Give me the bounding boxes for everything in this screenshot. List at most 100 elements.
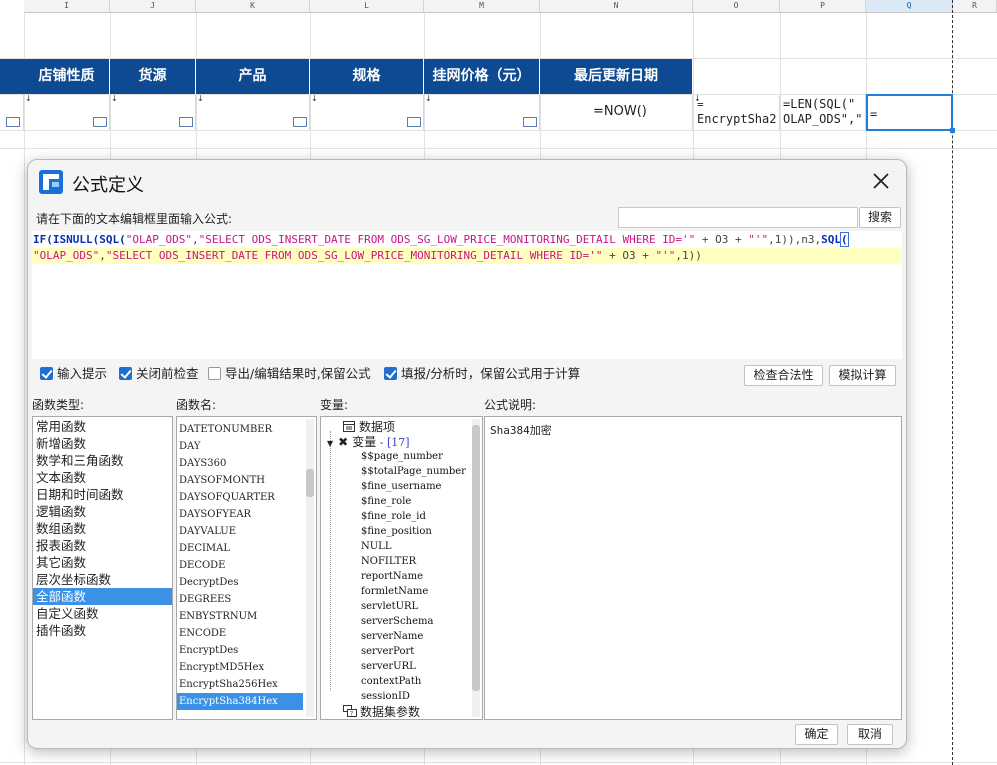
dropdown-icon[interactable] (407, 117, 421, 127)
dropdown-icon[interactable] (523, 117, 537, 127)
tree-node-variables[interactable]: ▼ ✖ 变量 - [17] (327, 434, 410, 450)
list-item[interactable]: EncryptMD5Hex (177, 659, 316, 676)
column-header-q[interactable]: Q (866, 0, 953, 13)
variable-item[interactable]: contextPath (361, 674, 421, 689)
option-keep-formula-export[interactable]: 导出/编辑结果时,保留公式 (208, 366, 371, 382)
variable-scrollbar[interactable] (472, 419, 480, 717)
variable-item[interactable]: sessionID (361, 689, 410, 704)
list-item[interactable]: 层次坐标函数 (33, 571, 172, 588)
list-item[interactable]: 报表函数 (33, 537, 172, 554)
list-item[interactable]: 新增函数 (33, 435, 172, 452)
option-input-hint[interactable]: 输入提示 (40, 366, 107, 382)
data-cell-len[interactable]: =LEN(SQL(" OLAP_ODS"," (780, 95, 866, 130)
header-cell-price[interactable]: 挂网价格（元） (424, 59, 540, 94)
search-button[interactable]: 搜索 (859, 207, 901, 228)
checkbox-checked-icon[interactable] (384, 367, 397, 380)
variable-item[interactable]: servletURL (361, 599, 418, 614)
list-item[interactable]: DECIMAL (177, 540, 316, 557)
data-cell[interactable]: ↓ (424, 95, 540, 130)
data-cell[interactable]: ↓ (24, 95, 110, 130)
variable-item[interactable]: serverPort (361, 644, 414, 659)
data-cell-now[interactable]: =NOW() (540, 95, 693, 130)
variable-item[interactable]: formletName (361, 584, 428, 599)
column-header-l[interactable]: L (310, 0, 424, 13)
variable-item[interactable]: $$page_number (361, 449, 443, 464)
list-item[interactable]: 日期和时间函数 (33, 486, 172, 503)
header-cell-spec[interactable]: 规格 (310, 59, 424, 94)
list-item[interactable]: DAYSOFMONTH (177, 472, 316, 489)
list-item[interactable]: DAYS360 (177, 455, 316, 472)
column-header-p[interactable]: P (780, 0, 866, 13)
variable-item[interactable]: $fine_role (361, 494, 411, 509)
list-item[interactable]: 逻辑函数 (33, 503, 172, 520)
list-item[interactable]: 插件函数 (33, 622, 172, 639)
checkbox-checked-icon[interactable] (40, 367, 53, 380)
active-cell[interactable]: = (866, 94, 955, 133)
list-item[interactable]: DAYSOFYEAR (177, 506, 316, 523)
simulate-calc-button[interactable]: 模拟计算 (829, 365, 896, 386)
option-keep-formula-calc[interactable]: 填报/分析时，保留公式用于计算 (384, 366, 580, 382)
variable-tree[interactable]: 数据项 ▼ ✖ 变量 - [17] $$page_number $$totalPag… (320, 416, 483, 720)
function-name-scrollbar[interactable] (306, 419, 314, 717)
variable-item[interactable]: $$totalPage_number (361, 464, 466, 479)
search-input[interactable] (618, 207, 858, 228)
scrollbar-thumb[interactable] (306, 469, 314, 497)
list-item[interactable]: 自定义函数 (33, 605, 172, 622)
list-item[interactable]: 常用函数 (33, 418, 172, 435)
function-name-list[interactable]: DATETONUMBER DAY DAYS360 DAYSOFMONTH DAY… (176, 416, 317, 720)
list-item[interactable]: 数组函数 (33, 520, 172, 537)
column-header-k[interactable]: K (196, 0, 310, 13)
list-item[interactable]: ENBYSTRNUM (177, 608, 316, 625)
variable-item[interactable]: NULL (361, 539, 391, 554)
variable-item[interactable]: serverName (361, 629, 423, 644)
variable-item[interactable]: serverURL (361, 659, 416, 674)
close-icon[interactable] (870, 170, 892, 192)
list-item[interactable]: DECODE (177, 557, 316, 574)
fill-handle[interactable] (950, 128, 955, 133)
checkbox-unchecked-icon[interactable] (208, 367, 221, 380)
list-item[interactable]: ENCODE (177, 625, 316, 642)
header-cell-product[interactable]: 产品 (196, 59, 310, 94)
list-item[interactable]: DATETONUMBER (177, 421, 316, 438)
variable-item[interactable]: reportName (361, 569, 423, 584)
column-header-i[interactable]: I (24, 0, 110, 13)
list-item[interactable]: 文本函数 (33, 469, 172, 486)
list-item[interactable]: DEGREES (177, 591, 316, 608)
column-header-n[interactable]: N (540, 0, 693, 13)
column-header-m[interactable]: M (424, 0, 540, 13)
dropdown-icon[interactable] (93, 117, 107, 127)
data-cell[interactable]: ↓ (196, 95, 310, 130)
list-item[interactable]: DAY (177, 438, 316, 455)
header-cell-last-update[interactable]: 最后更新日期 (540, 59, 693, 94)
data-cell[interactable]: ↓ (110, 95, 196, 130)
scrollbar-thumb[interactable] (472, 425, 480, 691)
checkbox-checked-icon[interactable] (119, 367, 132, 380)
list-item[interactable]: 数学和三角函数 (33, 452, 172, 469)
variable-item[interactable]: serverSchema (361, 614, 433, 629)
header-cell-source[interactable]: 货源 (110, 59, 196, 94)
function-type-list[interactable]: 常用函数 新增函数 数学和三角函数 文本函数 日期和时间函数 逻辑函数 数组函数… (32, 416, 173, 720)
column-header-r[interactable]: R (953, 0, 997, 13)
column-header-o[interactable]: O (693, 0, 780, 13)
data-cell[interactable] (0, 95, 24, 130)
ok-button[interactable]: 确定 (795, 724, 838, 745)
option-check-before-close[interactable]: 关闭前检查 (119, 366, 199, 382)
dropdown-icon[interactable] (179, 117, 193, 127)
formula-editor[interactable]: IF(ISNULL(SQL("OLAP_ODS","SELECT ODS_INS… (32, 231, 902, 359)
list-item[interactable]: 其它函数 (33, 554, 172, 571)
dropdown-icon[interactable] (6, 117, 20, 127)
list-item[interactable]: EncryptDes (177, 642, 316, 659)
tree-node-dataset-params[interactable]: ? 数据集参数 (343, 704, 420, 719)
header-cell-shop-type[interactable]: 店铺性质 (24, 59, 110, 94)
column-header-j[interactable]: J (110, 0, 196, 13)
cancel-button[interactable]: 取消 (847, 724, 893, 745)
list-item-selected[interactable]: 全部函数 (33, 588, 172, 605)
list-item-selected[interactable]: EncryptSha384Hex (177, 693, 303, 710)
variable-item[interactable]: $fine_username (361, 479, 441, 494)
dialog-title-bar[interactable]: 公式定义 (28, 160, 906, 204)
check-validity-button[interactable]: 检查合法性 (744, 365, 823, 386)
dropdown-icon[interactable] (293, 117, 307, 127)
variable-item[interactable]: $fine_role_id (361, 509, 426, 524)
data-cell[interactable]: ↓ (310, 95, 424, 130)
list-item[interactable]: EncryptSha256Hex (177, 676, 316, 693)
